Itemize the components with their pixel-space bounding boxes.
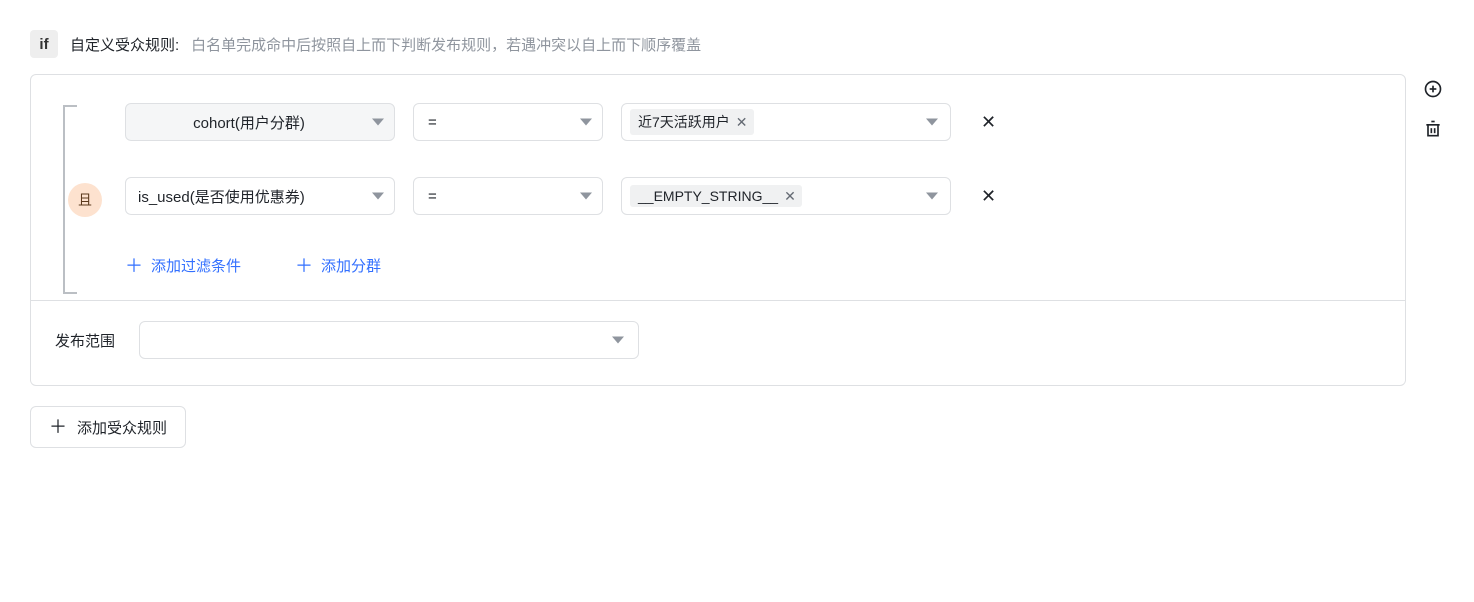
condition-bracket: 且 [63, 99, 107, 300]
field-select[interactable]: cohort(用户分群) [125, 103, 395, 141]
condition-row: cohort(用户分群) = 近7天活跃用户 ✕ [125, 103, 1381, 141]
remove-tag-icon[interactable]: ✕ [736, 115, 748, 129]
value-tag-label: __EMPTY_STRING__ [638, 188, 778, 204]
field-select[interactable]: is_used(是否使用优惠券) [125, 177, 395, 215]
rules-header-label: 自定义受众规则: [70, 34, 179, 55]
release-scope-label: 发布范围 [55, 330, 115, 351]
plus-icon: ＋ [125, 257, 143, 275]
add-rule-icon-button[interactable] [1422, 78, 1444, 100]
rules-card: 且 cohort(用户分群) = [30, 74, 1406, 386]
remove-tag-icon[interactable]: ✕ [784, 189, 796, 203]
plus-circle-icon [1423, 79, 1443, 99]
chevron-down-icon [372, 193, 384, 200]
condition-row: is_used(是否使用优惠券) = __EMPTY_STRING__ ✕ [125, 177, 1381, 215]
value-select[interactable]: 近7天活跃用户 ✕ [621, 103, 951, 141]
field-select-value: cohort(用户分群) [193, 112, 305, 133]
chevron-down-icon [926, 119, 938, 126]
add-group-button[interactable]: ＋ 添加分群 [295, 255, 381, 276]
add-filter-label: 添加过滤条件 [151, 255, 241, 276]
join-operator-badge[interactable]: 且 [68, 183, 102, 217]
add-audience-rule-label: 添加受众规则 [77, 417, 167, 438]
add-audience-rule-button[interactable]: ＋ 添加受众规则 [30, 406, 186, 448]
value-select[interactable]: __EMPTY_STRING__ ✕ [621, 177, 951, 215]
value-tag-label: 近7天活跃用户 [638, 112, 730, 132]
if-badge: if [30, 30, 58, 58]
rules-header-hint: 白名单完成命中后按照自上而下判断发布规则，若遇冲突以自上而下顺序覆盖 [191, 34, 701, 55]
add-group-label: 添加分群 [321, 255, 381, 276]
chevron-down-icon [926, 193, 938, 200]
remove-row-icon[interactable]: ✕ [977, 186, 1000, 207]
chevron-down-icon [580, 193, 592, 200]
add-filter-button[interactable]: ＋ 添加过滤条件 [125, 255, 241, 276]
trash-icon [1423, 119, 1443, 139]
value-tag: 近7天活跃用户 ✕ [630, 109, 754, 135]
remove-row-icon[interactable]: ✕ [977, 112, 1000, 133]
field-select-value: is_used(是否使用优惠券) [138, 186, 305, 207]
operator-select-value: = [428, 188, 437, 205]
delete-rule-icon-button[interactable] [1422, 118, 1444, 140]
chevron-down-icon [372, 119, 384, 126]
operator-select[interactable]: = [413, 177, 603, 215]
plus-icon: ＋ [49, 418, 67, 436]
release-scope-select[interactable] [139, 321, 639, 359]
operator-select-value: = [428, 114, 437, 131]
chevron-down-icon [580, 119, 592, 126]
value-tag: __EMPTY_STRING__ ✕ [630, 185, 802, 207]
operator-select[interactable]: = [413, 103, 603, 141]
plus-icon: ＋ [295, 257, 313, 275]
chevron-down-icon [612, 337, 624, 344]
